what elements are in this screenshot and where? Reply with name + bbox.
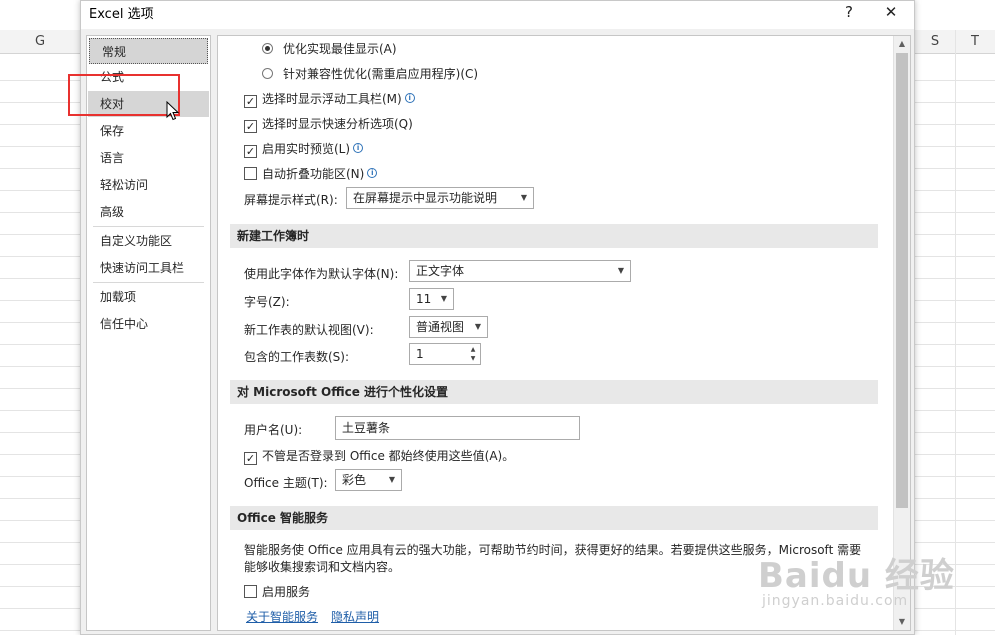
office-theme-dropdown[interactable]: 彩色 ▼ — [335, 469, 402, 491]
column-header-g[interactable]: G — [0, 30, 80, 54]
dropdown-value: 11 — [416, 292, 432, 306]
checkbox-quick-analysis[interactable]: ✓ 选择时显示快速分析选项(Q) — [244, 115, 413, 133]
nav-item-general[interactable]: 常规 — [89, 38, 208, 64]
section-header-intelligent-services: Office 智能服务 — [230, 506, 878, 530]
info-icon: i — [353, 143, 364, 153]
checkbox-checked-icon: ✓ — [244, 120, 257, 133]
radio-label: 针对兼容性优化(需重启应用程序)(C) — [283, 67, 479, 81]
checkbox-mini-toolbar[interactable]: ✓ 选择时显示浮动工具栏(M) i — [244, 90, 415, 108]
tooltip-style-label: 屏幕提示样式(R): — [244, 193, 338, 207]
sheet-count-stepper[interactable]: 1 ▲ ▼ — [409, 343, 481, 365]
chevron-down-icon: ▼ — [388, 475, 395, 484]
username-label: 用户名(U): — [244, 423, 303, 437]
checkbox-always-use-values[interactable]: ✓ 不管是否登录到 Office 都始终使用这些值(A)。 — [244, 447, 514, 465]
radio-label: 优化实现最佳显示(A) — [283, 42, 397, 56]
section-header-personalize: 对 Microsoft Office 进行个性化设置 — [230, 380, 878, 404]
checkbox-label: 选择时显示浮动工具栏(M) — [262, 92, 402, 106]
chevron-down-icon: ▼ — [520, 193, 527, 202]
username-input[interactable]: 土豆薯条 — [335, 416, 580, 440]
excel-options-dialog: Excel 选项 ? ✕ 常规 公式 校对 保存 语言 轻松访问 高级 自定义功… — [80, 0, 915, 635]
dropdown-value: 在屏幕提示中显示功能说明 — [353, 191, 498, 205]
chevron-down-icon: ▼ — [474, 322, 481, 331]
checkbox-checked-icon: ✓ — [244, 95, 257, 108]
radio-optimize-best-display[interactable]: 优化实现最佳显示(A) — [262, 40, 397, 57]
privacy-statement-link[interactable]: 隐私声明 — [331, 608, 379, 625]
nav-divider — [93, 226, 204, 227]
checkbox-enable-services[interactable]: 启用服务 — [244, 583, 310, 600]
nav-item-quick-access-toolbar[interactable]: 快速访问工具栏 — [88, 255, 209, 281]
nav-item-proofing[interactable]: 校对 — [88, 91, 209, 117]
column-header-t[interactable]: T — [955, 30, 995, 54]
baidu-jingyan-watermark: Baidu 经验 jingyan.baidu.com — [758, 548, 955, 609]
radio-selected-icon — [262, 43, 273, 54]
scroll-up-icon[interactable]: ▲ — [894, 36, 910, 52]
office-theme-label: Office 主题(T): — [244, 476, 328, 490]
info-icon: i — [367, 168, 378, 178]
default-view-dropdown[interactable]: 普通视图 ▼ — [409, 316, 488, 338]
vertical-scrollbar[interactable]: ▲ ▼ — [893, 36, 910, 630]
checkbox-label: 不管是否登录到 Office 都始终使用这些值(A)。 — [262, 449, 515, 463]
tooltip-style-dropdown[interactable]: 在屏幕提示中显示功能说明 ▼ — [346, 187, 534, 209]
section-header-new-workbook: 新建工作簿时 — [230, 224, 878, 248]
options-category-nav: 常规 公式 校对 保存 语言 轻松访问 高级 自定义功能区 快速访问工具栏 加载… — [86, 35, 211, 631]
nav-item-advanced[interactable]: 高级 — [88, 199, 209, 225]
radio-optimize-compatibility[interactable]: 针对兼容性优化(需重启应用程序)(C) — [262, 65, 478, 82]
sheet-count-label: 包含的工作表数(S): — [244, 350, 350, 364]
checkbox-collapse-ribbon[interactable]: 自动折叠功能区(N) i — [244, 165, 378, 182]
nav-item-trust-center[interactable]: 信任中心 — [88, 311, 209, 337]
checkbox-live-preview[interactable]: ✓ 启用实时预览(L) i — [244, 140, 364, 158]
general-options-panel: 优化实现最佳显示(A) 针对兼容性优化(需重启应用程序)(C) ✓ 选择时显示浮动… — [217, 35, 911, 631]
about-intelligent-services-link[interactable]: 关于智能服务 — [246, 608, 318, 625]
checkbox-label: 启用服务 — [262, 585, 311, 599]
scrollbar-thumb[interactable] — [896, 53, 908, 508]
checkbox-label: 启用实时预览(L) — [262, 142, 351, 156]
default-view-label: 新工作表的默认视图(V): — [244, 323, 374, 337]
nav-item-accessibility[interactable]: 轻松访问 — [88, 172, 209, 198]
checkbox-checked-icon: ✓ — [244, 452, 257, 465]
column-header-s[interactable]: S — [915, 30, 955, 54]
nav-item-add-ins[interactable]: 加载项 — [88, 284, 209, 310]
stepper-value: 1 — [416, 347, 424, 361]
mouse-cursor-icon — [166, 101, 180, 121]
checkbox-label: 自动折叠功能区(N) — [262, 167, 365, 181]
help-button[interactable]: ? — [833, 1, 865, 25]
watermark-main-text: Baidu 经验 — [758, 556, 955, 596]
dropdown-value: 彩色 — [342, 473, 367, 487]
checkbox-unchecked-icon — [244, 167, 257, 180]
dialog-title: Excel 选项 — [89, 7, 154, 22]
font-size-label: 字号(Z): — [244, 295, 290, 309]
info-icon: i — [404, 93, 415, 103]
chevron-down-icon: ▼ — [440, 294, 447, 303]
font-size-dropdown[interactable]: 11 ▼ — [409, 288, 454, 310]
nav-item-customize-ribbon[interactable]: 自定义功能区 — [88, 228, 209, 254]
radio-unselected-icon — [262, 68, 273, 79]
dropdown-value: 普通视图 — [416, 320, 465, 334]
checkbox-unchecked-icon — [244, 585, 257, 598]
nav-divider — [93, 282, 204, 283]
nav-item-save[interactable]: 保存 — [88, 118, 209, 144]
dropdown-value: 正文字体 — [416, 264, 465, 278]
chevron-down-icon: ▼ — [617, 266, 624, 275]
spin-arrows-icon[interactable]: ▲ ▼ — [468, 345, 478, 363]
close-button[interactable]: ✕ — [875, 1, 907, 25]
dialog-titlebar[interactable]: Excel 选项 ? ✕ — [81, 1, 914, 29]
nav-item-language[interactable]: 语言 — [88, 145, 209, 171]
default-font-dropdown[interactable]: 正文字体 ▼ — [409, 260, 631, 282]
nav-item-formulas[interactable]: 公式 — [88, 64, 209, 90]
default-font-label: 使用此字体作为默认字体(N): — [244, 267, 399, 281]
checkbox-label: 选择时显示快速分析选项(Q) — [262, 117, 413, 131]
checkbox-checked-icon: ✓ — [244, 145, 257, 158]
scroll-down-icon[interactable]: ▼ — [894, 614, 910, 630]
